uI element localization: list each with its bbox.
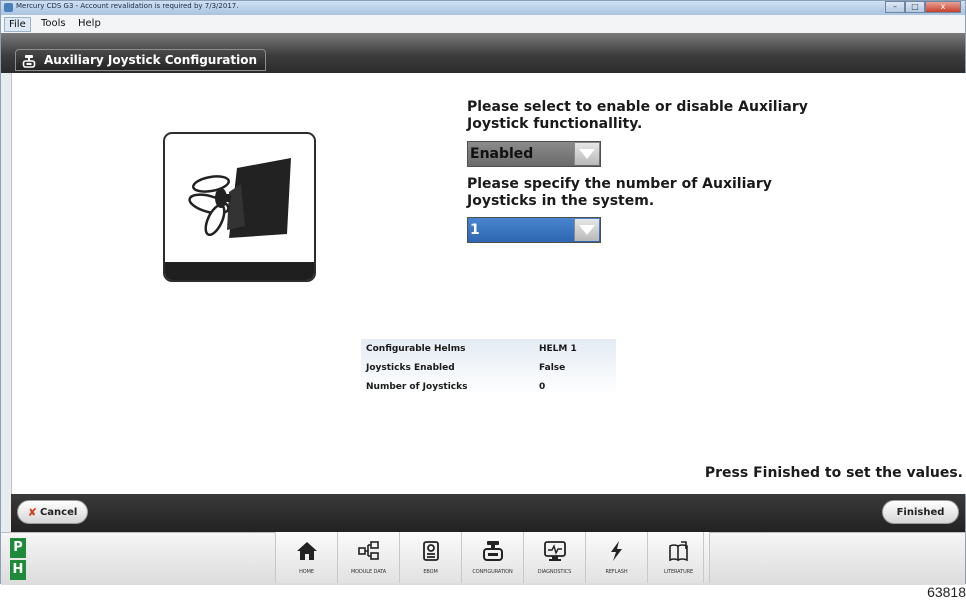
- cancel-x-icon: ✘: [27, 505, 37, 519]
- nav-label: LITERATURE: [663, 569, 694, 575]
- cancel-button-label: Cancel: [39, 506, 78, 518]
- image-card-footer: [165, 262, 314, 280]
- app-icon: [4, 3, 13, 12]
- nav-divider: [703, 532, 704, 583]
- finished-button-label: Finished: [896, 506, 945, 518]
- finished-button[interactable]: Finished: [882, 500, 959, 524]
- count-question-line2: Joysticks in the system.: [467, 193, 655, 209]
- enable-dropdown[interactable]: Enabled: [467, 141, 601, 167]
- menu-help[interactable]: Help: [74, 17, 105, 30]
- status-label: Configurable Helms: [366, 344, 466, 354]
- enable-question-line1: Please select to enable or disable Auxil…: [467, 99, 808, 115]
- joystick-config-icon: [22, 53, 36, 68]
- menu-tools[interactable]: Tools: [37, 17, 70, 30]
- status-label: Joysticks Enabled: [366, 363, 455, 373]
- count-question-line1: Please specify the number of Auxiliary: [467, 176, 772, 192]
- status-value: 0: [539, 382, 546, 392]
- close-button[interactable]: x: [925, 1, 961, 13]
- finish-instruction: Press Finished to set the values.: [704, 465, 963, 481]
- count-question: Please specify the number of Auxiliary J…: [467, 176, 772, 210]
- configuration-icon: [483, 541, 503, 561]
- module-data-icon: [358, 541, 379, 560]
- main-content: Please select to enable or disable Auxil…: [11, 73, 966, 494]
- nav-ebom[interactable]: EBOM: [400, 532, 462, 583]
- title-bar: Mercury CDS G3 - Account revalidation is…: [1, 1, 965, 15]
- status-value: False: [539, 363, 566, 373]
- nav-label: CONFIGURATION: [472, 569, 513, 575]
- action-bar: ✘ Cancel Finished: [11, 494, 965, 532]
- figure-number: 63818: [927, 584, 966, 600]
- reflash-icon: [611, 541, 622, 561]
- home-icon: [297, 542, 317, 560]
- app-window: Mercury CDS G3 - Account revalidation is…: [0, 0, 966, 585]
- nav-label: MODULE DATA: [350, 569, 387, 575]
- menu-file[interactable]: File: [4, 17, 31, 32]
- helm-p-indicator: P: [10, 538, 26, 558]
- nav-home[interactable]: HOME: [276, 532, 338, 583]
- window-controls: – □ x: [885, 1, 961, 13]
- nav-reflash[interactable]: REFLASH: [586, 532, 648, 583]
- window-title: Mercury CDS G3 - Account revalidation is…: [16, 2, 239, 10]
- joystick-count-dropdown[interactable]: 1: [467, 217, 601, 243]
- literature-icon: [669, 541, 688, 562]
- nav-group: HOME MODULE DATA EBOM CONFIGURATION DIAG…: [275, 532, 710, 583]
- sterndrive-image: [163, 132, 316, 282]
- sterndrive-propeller-icon: [188, 158, 291, 238]
- cancel-button[interactable]: ✘ Cancel: [17, 500, 88, 524]
- minimize-icon[interactable]: –: [885, 1, 905, 13]
- nav-label: HOME: [299, 569, 314, 575]
- nav-configuration[interactable]: CONFIGURATION: [462, 532, 524, 583]
- status-table: Configurable Helms HELM 1 Joysticks Enab…: [361, 339, 616, 395]
- enable-dropdown-value: Enabled: [470, 146, 534, 162]
- diagnostics-icon: [544, 541, 566, 561]
- page-title: Auxiliary Joystick Configuration: [44, 53, 257, 67]
- nav-label: EBOM: [423, 569, 438, 575]
- maximize-icon[interactable]: □: [905, 1, 925, 13]
- joystick-count-value: 1: [470, 222, 480, 238]
- enable-question-line2: Joystick functionallity.: [467, 116, 643, 132]
- nav-label: DIAGNOSTICS: [537, 569, 572, 575]
- chevron-down-icon[interactable]: [574, 219, 599, 241]
- nav-module-data[interactable]: MODULE DATA: [338, 532, 400, 583]
- status-value: HELM 1: [539, 344, 577, 354]
- nav-label: REFLASH: [605, 569, 628, 575]
- enable-question: Please select to enable or disable Auxil…: [467, 99, 808, 133]
- menu-bar: File Tools Help: [1, 15, 965, 34]
- chevron-down-icon[interactable]: [574, 143, 599, 165]
- nav-literature[interactable]: LITERATURE: [648, 532, 710, 583]
- nav-diagnostics[interactable]: DIAGNOSTICS: [524, 532, 586, 583]
- status-label: Number of Joysticks: [366, 382, 468, 392]
- header-tab: Auxiliary Joystick Configuration: [15, 49, 266, 71]
- ebom-icon: [423, 541, 439, 561]
- helm-h-indicator: H: [10, 560, 26, 580]
- close-icon: x: [940, 2, 946, 11]
